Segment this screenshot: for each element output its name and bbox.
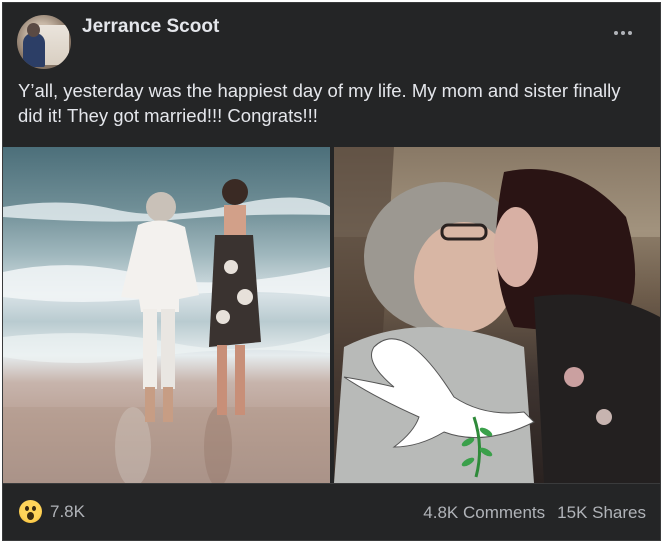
beach-couple-photo[interactable]: [3, 147, 330, 483]
author-avatar[interactable]: [17, 15, 71, 69]
reactions-summary[interactable]: 7.8K: [19, 500, 85, 523]
avatar-head: [27, 23, 40, 37]
shares-count[interactable]: 15K Shares: [557, 503, 646, 523]
comments-count[interactable]: 4.8K Comments: [423, 503, 545, 523]
avatar-figure: [23, 33, 45, 67]
footer-divider: [3, 483, 660, 484]
post-text: Y’all, yesterday was the happiest day of…: [18, 80, 621, 126]
more-options-icon[interactable]: [607, 21, 639, 45]
beach-illustration: [3, 179, 330, 483]
engagement-stats: 4.8K Comments 15K Shares: [423, 503, 646, 523]
wow-emoji-icon: [19, 500, 42, 523]
author-name[interactable]: Jerrance Scoot: [82, 16, 219, 38]
reaction-count: 7.8K: [50, 501, 85, 521]
kiss-photo-with-dove[interactable]: [334, 147, 660, 483]
kiss-illustration: [334, 147, 660, 483]
post-card: Jerrance Scoot Y’all, yesterday was the …: [2, 2, 661, 541]
